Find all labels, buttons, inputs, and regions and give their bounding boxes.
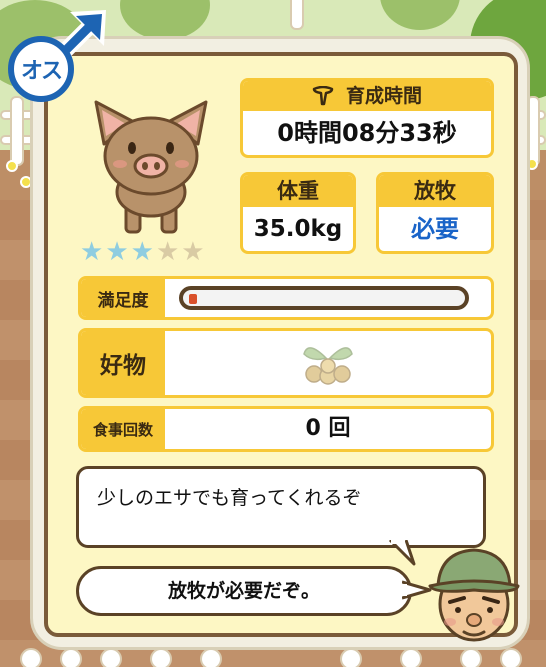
- satisfaction-gauge-fill: [189, 294, 197, 304]
- weight-value: 35.0kg: [253, 216, 343, 242]
- fence-post: [290, 0, 304, 30]
- fence-post: [20, 648, 42, 667]
- grazing-value: 必要: [411, 215, 459, 243]
- star-filled-icon: ★: [105, 237, 129, 267]
- satisfaction-row: 満足度: [78, 276, 494, 320]
- grazing-label: 放牧: [379, 175, 491, 207]
- fence-post: [150, 648, 172, 667]
- star-empty-icon: ★: [181, 237, 205, 267]
- gender-badge: オス: [8, 8, 106, 102]
- favorite-food-row: 好物: [78, 328, 494, 398]
- satisfaction-label: 満足度: [81, 279, 165, 317]
- acorn-food-icon: [303, 347, 353, 385]
- star-empty-icon: ★: [155, 237, 180, 267]
- speech-bubble-tail: [388, 540, 416, 566]
- farmer-icon: [428, 548, 520, 642]
- fence-post: [10, 96, 24, 166]
- weight-label: 体重: [243, 175, 353, 207]
- rearing-time-box: 育成時間 0時間08分33秒: [240, 78, 494, 158]
- favorite-food-label: 好物: [81, 331, 165, 395]
- rearing-time-label: 育成時間: [345, 85, 422, 107]
- meal-count-value: 0 回: [305, 416, 351, 441]
- star-filled-icon: ★: [80, 237, 104, 267]
- grazing-box: 放牧 必要: [376, 172, 494, 254]
- pig-icon: [94, 100, 208, 234]
- meal-count-label: 食事回数: [81, 409, 165, 449]
- meal-count-row: 食事回数 0 回: [78, 406, 494, 452]
- fence-post: [60, 648, 82, 667]
- satisfaction-gauge: [179, 286, 469, 310]
- star-filled-icon: ★: [130, 237, 154, 267]
- hint-speech-bubble: 少しのエサでも育ってくれるぞ: [76, 466, 486, 548]
- fence-post: [500, 648, 522, 667]
- fence-post: [400, 648, 422, 667]
- rating-stars: ★ ★ ★ ★ ★: [80, 238, 205, 266]
- flower: [6, 160, 18, 172]
- rearing-time-value: 0時間08分33秒: [277, 119, 457, 147]
- fence-post: [200, 648, 222, 667]
- gender-label: オス: [20, 59, 63, 84]
- rearing-time-header: 育成時間: [243, 81, 491, 111]
- gender-circle: オス: [8, 36, 74, 102]
- fence-post: [460, 648, 482, 667]
- timer-icon: [312, 86, 334, 106]
- favorite-food-area: [165, 331, 491, 395]
- notice-speech-bubble: 放牧が必要だぞ。: [76, 566, 412, 616]
- fence-post: [100, 648, 122, 667]
- weight-box: 体重 35.0kg: [240, 172, 356, 254]
- fence-post: [340, 648, 362, 667]
